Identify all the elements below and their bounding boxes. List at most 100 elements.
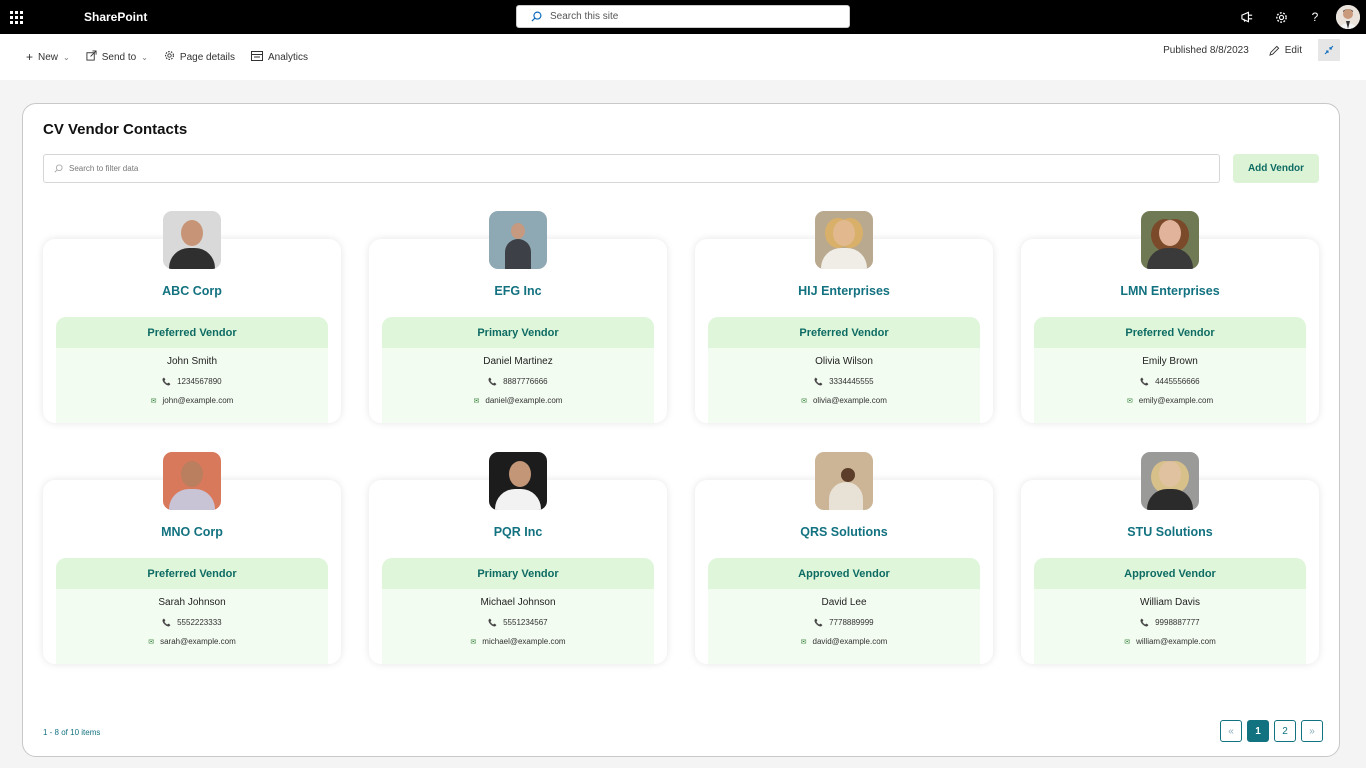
help-icon[interactable]: ? bbox=[1298, 0, 1332, 34]
filter-box[interactable] bbox=[43, 154, 1220, 183]
vendor-card[interactable]: EFG Inc Primary Vendor Daniel Martinez 📞… bbox=[369, 211, 667, 425]
mail-icon: ✉ bbox=[473, 397, 480, 405]
vendor-company: LMN Enterprises bbox=[1120, 284, 1220, 298]
megaphone-icon[interactable] bbox=[1230, 0, 1264, 34]
vendor-details: Approved Vendor William Davis 📞 999888777… bbox=[1034, 558, 1306, 664]
vendor-details: Primary Vendor Michael Johnson 📞 55512345… bbox=[382, 558, 654, 664]
phone-icon: 📞 bbox=[1140, 378, 1150, 386]
plus-icon: + bbox=[26, 50, 34, 64]
add-vendor-button[interactable]: Add Vendor bbox=[1233, 154, 1319, 183]
user-avatar[interactable] bbox=[1336, 5, 1360, 29]
contact-email: john@example.com bbox=[162, 396, 234, 405]
email-line[interactable]: ✉ david@example.com bbox=[708, 637, 980, 646]
app-launcher-icon[interactable] bbox=[0, 0, 32, 34]
vendor-type-badge: Preferred Vendor bbox=[708, 317, 980, 348]
mail-icon: ✉ bbox=[148, 638, 155, 646]
vendor-company: MNO Corp bbox=[161, 525, 223, 539]
analytics-label: Analytics bbox=[267, 51, 308, 63]
vendor-card[interactable]: HIJ Enterprises Preferred Vendor Olivia … bbox=[695, 211, 993, 425]
page-1-button[interactable]: 1 bbox=[1247, 720, 1269, 742]
item-count: 1 - 8 of 10 items bbox=[43, 728, 101, 737]
phone-line[interactable]: 📞 3334445555 bbox=[708, 377, 980, 386]
vendor-details: Preferred Vendor Sarah Johnson 📞 55522233… bbox=[56, 558, 328, 664]
contact-email: michael@example.com bbox=[482, 637, 566, 646]
vendor-type-badge: Approved Vendor bbox=[708, 558, 980, 589]
phone-line[interactable]: 📞 5551234567 bbox=[382, 618, 654, 627]
phone-line[interactable]: 📞 5552223333 bbox=[56, 618, 328, 627]
app-name[interactable]: SharePoint bbox=[84, 10, 147, 24]
vendor-company: EFG Inc bbox=[494, 284, 542, 298]
filter-input[interactable] bbox=[69, 164, 1169, 173]
suite-bar: SharePoint ? bbox=[0, 0, 1366, 34]
send-to-label: Send to bbox=[101, 51, 137, 63]
phone-icon: 📞 bbox=[814, 378, 824, 386]
chevron-down-icon: ⌄ bbox=[63, 52, 70, 62]
vendor-card[interactable]: ABC Corp Preferred Vendor John Smith 📞 12… bbox=[43, 211, 341, 425]
previous-page-button[interactable]: « bbox=[1220, 720, 1242, 742]
mail-icon: ✉ bbox=[801, 397, 807, 405]
next-page-button[interactable]: » bbox=[1301, 720, 1323, 742]
page-2-button[interactable]: 2 bbox=[1274, 720, 1296, 742]
phone-line[interactable]: 📞 9998887777 bbox=[1034, 618, 1306, 627]
vendor-photo bbox=[1141, 211, 1199, 269]
site-search-box[interactable] bbox=[516, 5, 850, 28]
vendor-company: STU Solutions bbox=[1127, 525, 1213, 539]
command-bar: + New ⌄ Send to ⌄ Page details Analytics… bbox=[0, 34, 1366, 80]
email-line[interactable]: ✉ daniel@example.com bbox=[382, 396, 654, 405]
contact-phone: 9998887777 bbox=[1155, 618, 1200, 627]
send-to-button[interactable]: Send to ⌄ bbox=[78, 41, 156, 73]
webpart-title: CV Vendor Contacts bbox=[43, 121, 188, 138]
email-line[interactable]: ✉ emily@example.com bbox=[1034, 396, 1306, 405]
vendor-company: QRS Solutions bbox=[800, 525, 888, 539]
vendor-card[interactable]: STU Solutions Approved Vendor William Da… bbox=[1021, 452, 1319, 666]
site-search-input[interactable] bbox=[550, 11, 830, 22]
contact-name: Daniel Martinez bbox=[483, 356, 553, 367]
search-icon bbox=[54, 164, 63, 173]
contact-name: Michael Johnson bbox=[480, 597, 556, 608]
phone-icon: 📞 bbox=[488, 378, 498, 386]
mail-icon: ✉ bbox=[150, 397, 157, 405]
phone-line[interactable]: 📞 7778889999 bbox=[708, 618, 980, 627]
phone-line[interactable]: 📞 8887776666 bbox=[382, 377, 654, 386]
vendor-details: Primary Vendor Daniel Martinez 📞 88877766… bbox=[382, 317, 654, 423]
vendor-type-badge: Primary Vendor bbox=[382, 317, 654, 348]
mail-icon: ✉ bbox=[800, 638, 807, 646]
vendor-photo bbox=[163, 211, 221, 269]
vendor-photo bbox=[489, 211, 547, 269]
contact-phone: 1234567890 bbox=[177, 377, 222, 386]
mail-icon: ✉ bbox=[1126, 397, 1133, 405]
mail-icon: ✉ bbox=[1124, 638, 1131, 646]
page-details-button[interactable]: Page details bbox=[156, 41, 243, 73]
email-line[interactable]: ✉ sarah@example.com bbox=[56, 637, 328, 646]
phone-line[interactable]: 📞 4445556666 bbox=[1034, 377, 1306, 386]
gear-icon bbox=[164, 50, 175, 64]
contact-phone: 8887776666 bbox=[503, 377, 548, 386]
gear-icon[interactable] bbox=[1264, 0, 1298, 34]
vendor-type-badge: Preferred Vendor bbox=[56, 317, 328, 348]
share-icon bbox=[86, 50, 97, 64]
vendor-card[interactable]: LMN Enterprises Preferred Vendor Emily B… bbox=[1021, 211, 1319, 425]
phone-line[interactable]: 📞 1234567890 bbox=[56, 377, 328, 386]
analytics-icon bbox=[250, 50, 263, 64]
vendor-type-badge: Primary Vendor bbox=[382, 558, 654, 589]
vendor-card[interactable]: MNO Corp Preferred Vendor Sarah Johnson … bbox=[43, 452, 341, 666]
contact-name: Olivia Wilson bbox=[815, 356, 873, 367]
email-line[interactable]: ✉ william@example.com bbox=[1034, 637, 1306, 646]
new-label: New bbox=[38, 51, 59, 63]
vendor-card[interactable]: PQR Inc Primary Vendor Michael Johnson 📞… bbox=[369, 452, 667, 666]
contact-name: John Smith bbox=[166, 356, 218, 367]
new-button[interactable]: + New ⌄ bbox=[18, 41, 78, 73]
collapse-icon[interactable] bbox=[1318, 39, 1340, 61]
vendor-card[interactable]: QRS Solutions Approved Vendor David Lee … bbox=[695, 452, 993, 666]
vendor-photo bbox=[489, 452, 547, 510]
vendor-type-badge: Preferred Vendor bbox=[56, 558, 328, 589]
phone-icon: 📞 bbox=[1140, 619, 1150, 627]
edit-button[interactable]: Edit bbox=[1268, 45, 1302, 56]
search-icon bbox=[531, 11, 542, 22]
email-line[interactable]: ✉ john@example.com bbox=[56, 396, 328, 405]
email-line[interactable]: ✉ olivia@example.com bbox=[708, 396, 980, 405]
vendor-type-badge: Approved Vendor bbox=[1034, 558, 1306, 589]
contact-phone: 5552223333 bbox=[177, 618, 222, 627]
email-line[interactable]: ✉ michael@example.com bbox=[382, 637, 654, 646]
analytics-button[interactable]: Analytics bbox=[243, 41, 316, 73]
